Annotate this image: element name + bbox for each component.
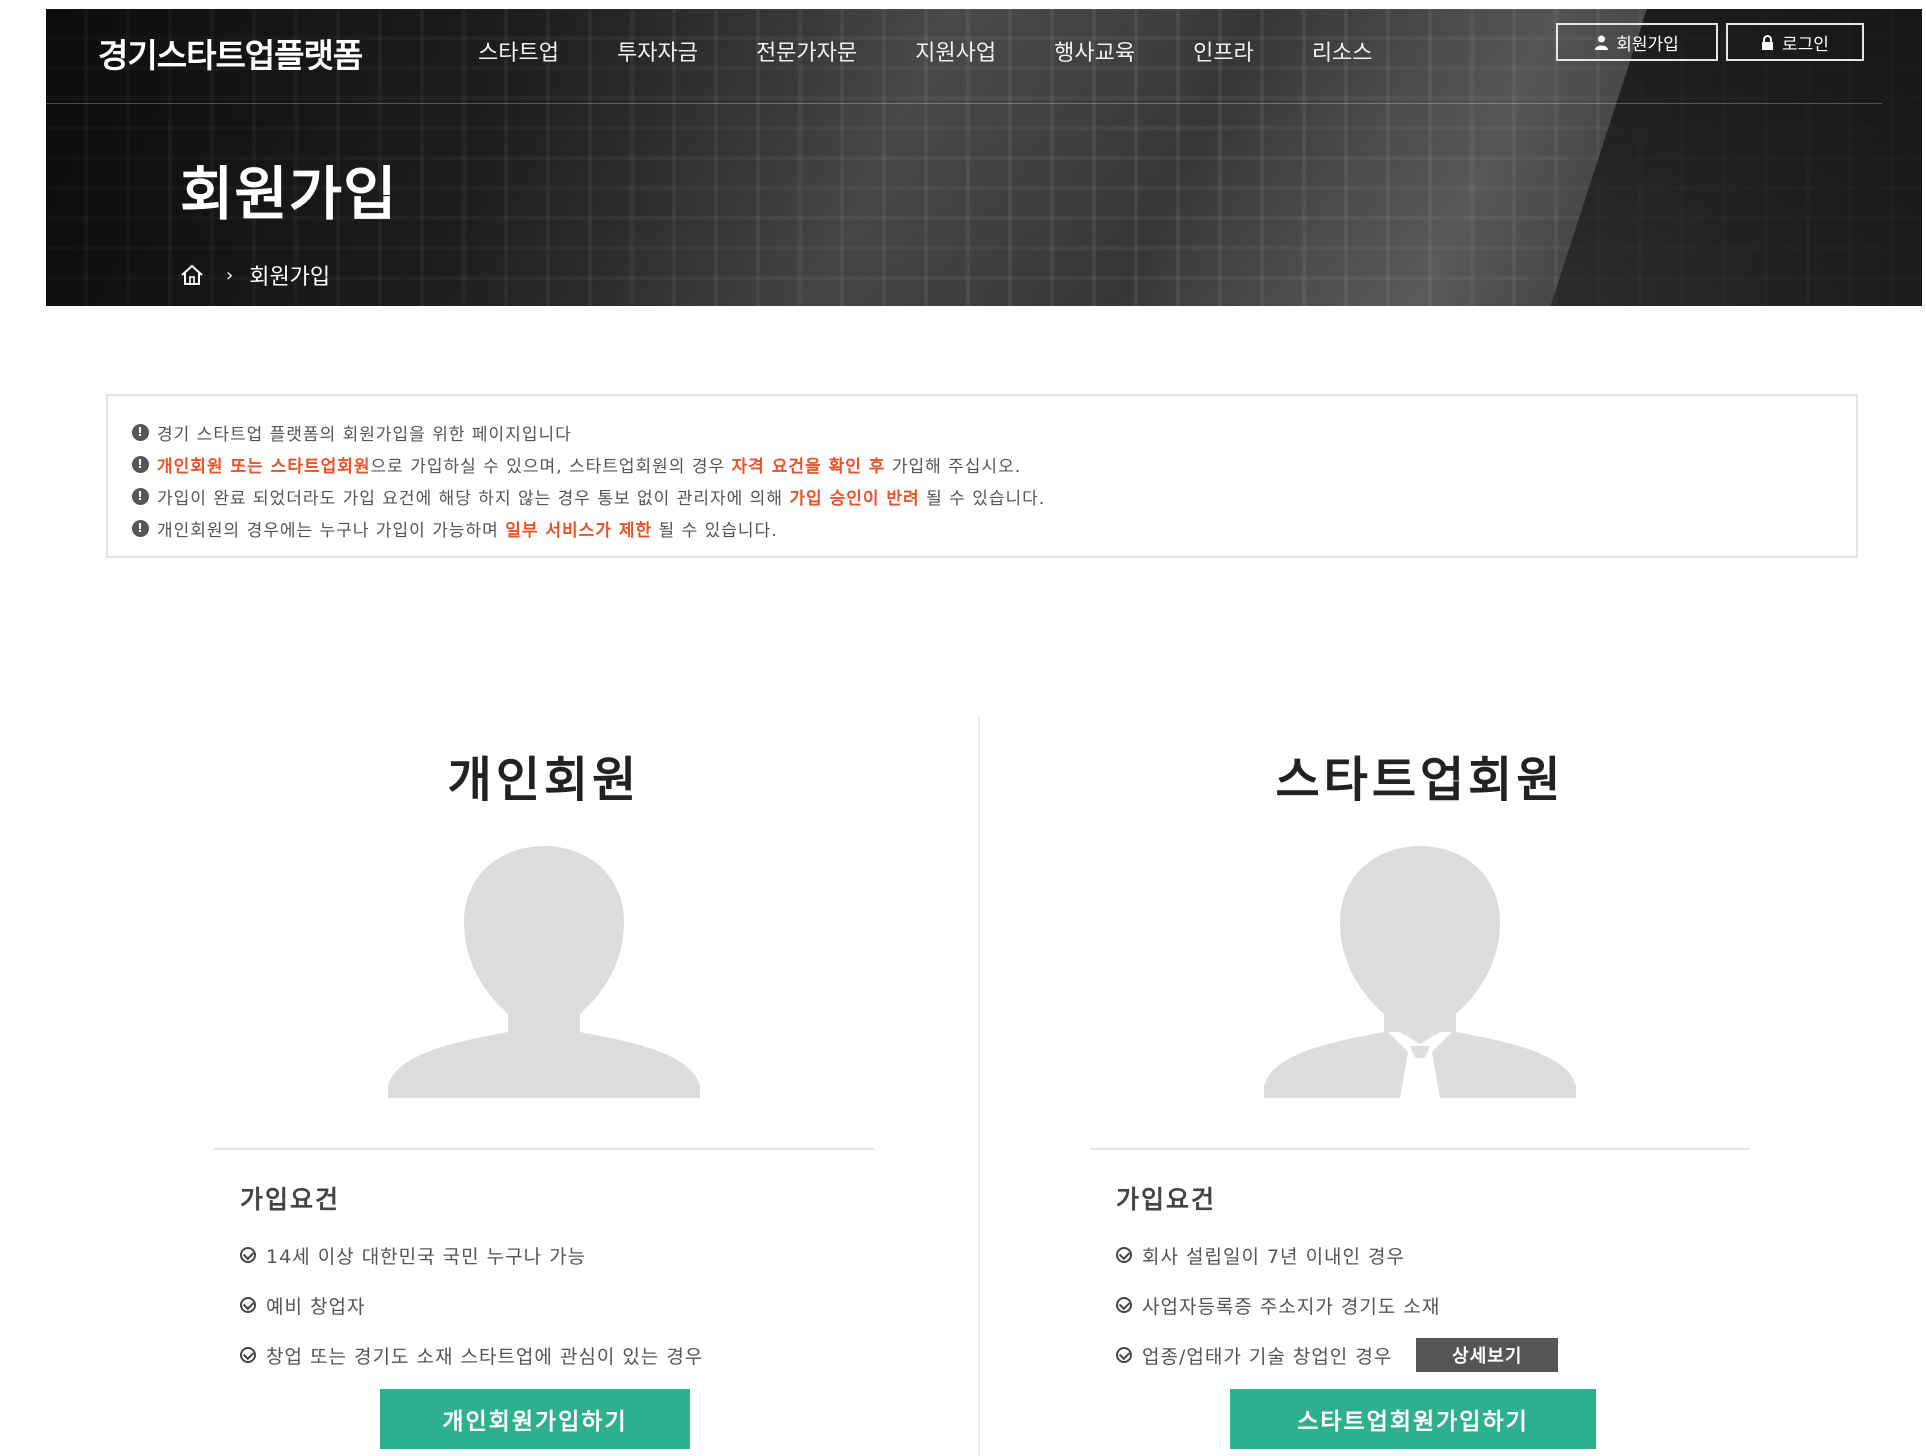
panel-separator [1090, 1148, 1750, 1150]
startup-signup-button[interactable]: 스타트업회원가입하기 [1230, 1389, 1596, 1449]
requirements-list: 14세 이상 대한민국 국민 누구나 가능 예비 창업자 창업 또는 경기도 소… [240, 1230, 874, 1380]
breadcrumb: › 회원가입 [180, 259, 330, 291]
nav-events[interactable]: 행사교육 [1054, 35, 1135, 66]
nav-infra[interactable]: 인프라 [1193, 35, 1254, 66]
person-avatar-icon [388, 846, 700, 1098]
check-circle-icon [1116, 1297, 1132, 1313]
signup-label: 회원가입 [1616, 34, 1679, 55]
main-nav: 스타트업 투자자금 전문가자문 지원사업 행사교육 인프라 리소스 [478, 35, 1431, 66]
personal-signup-button[interactable]: 개인회원가입하기 [380, 1389, 690, 1449]
requirement-item: 회사 설립일이 7년 이내인 경우 [1116, 1230, 1750, 1280]
requirement-item: 업종/업태가 기술 창업인 경우 상세보기 [1116, 1330, 1750, 1380]
panel-separator [214, 1148, 874, 1150]
check-circle-icon [240, 1247, 256, 1263]
login-label: 로그인 [1782, 34, 1829, 55]
nav-investment[interactable]: 투자자금 [617, 35, 698, 66]
user-icon [1595, 35, 1609, 50]
requirements-title: 가입요건 [240, 1185, 341, 1214]
hero-banner: 경기스타트업플랫폼 스타트업 투자자금 전문가자문 지원사업 행사교육 인프라 … [46, 9, 1922, 306]
breadcrumb-current: 회원가입 [249, 265, 331, 290]
notice-line: ! 개인회원 또는 스타트업회원 으로 가입하실 수 있으며, 스타트업회원의 경… [132, 448, 1856, 480]
panel-divider [978, 716, 980, 1456]
startup-title: 스타트업회원 [1275, 752, 1565, 808]
login-button[interactable]: 로그인 [1726, 23, 1864, 61]
personal-title: 개인회원 [447, 752, 641, 808]
nav-expert[interactable]: 전문가자문 [756, 35, 857, 66]
header-divider [46, 103, 1882, 104]
check-circle-icon [240, 1297, 256, 1313]
personal-member-panel: 개인회원 가입요건 14세 이상 대한민국 국민 누구나 가능 예비 창업자 창… [214, 740, 874, 1449]
notice-line: ! 가입이 완료 되었더라도 가입 요건에 해당 하지 않는 경우 통보 없이 … [132, 480, 1856, 512]
requirement-item: 사업자등록증 주소지가 경기도 소재 [1116, 1280, 1750, 1330]
home-icon[interactable] [180, 264, 204, 286]
signup-button[interactable]: 회원가입 [1556, 23, 1718, 61]
nav-startup[interactable]: 스타트업 [478, 35, 559, 66]
notice-line: ! 개인회원의 경우에는 누구나 가입이 가능하며 일부 서비스가 제한 될 수… [132, 512, 1856, 544]
startup-member-panel: 스타트업회원 가입요건 회사 설립일이 7년 이내인 경우 사업자등록증 주소지… [1090, 740, 1750, 1449]
chevron-right-icon: › [226, 264, 234, 286]
auth-buttons: 회원가입 로그인 [1556, 23, 1864, 61]
requirement-item: 예비 창업자 [240, 1280, 874, 1330]
requirements-title: 가입요건 [1116, 1185, 1217, 1214]
check-circle-icon [240, 1347, 256, 1363]
notice-box: ! 경기 스타트업 플랫폼의 회원가입을 위한 페이지입니다 ! 개인회원 또는… [106, 394, 1858, 558]
detail-view-button[interactable]: 상세보기 [1416, 1338, 1559, 1372]
page-title: 회원가입 [180, 160, 398, 228]
site-logo[interactable]: 경기스타트업플랫폼 [98, 29, 363, 77]
requirements-list: 회사 설립일이 7년 이내인 경우 사업자등록증 주소지가 경기도 소재 업종/… [1116, 1230, 1750, 1380]
check-circle-icon [1116, 1247, 1132, 1263]
nav-support[interactable]: 지원사업 [915, 35, 996, 66]
info-icon: ! [132, 455, 149, 473]
notice-line: ! 경기 스타트업 플랫폼의 회원가입을 위한 페이지입니다 [132, 416, 1856, 448]
check-circle-icon [1116, 1347, 1132, 1363]
nav-resource[interactable]: 리소스 [1312, 35, 1373, 66]
info-icon: ! [132, 487, 149, 505]
info-icon: ! [132, 423, 149, 441]
requirement-item: 창업 또는 경기도 소재 스타트업에 관심이 있는 경우 [240, 1330, 874, 1380]
info-icon: ! [132, 519, 149, 537]
requirement-item: 14세 이상 대한민국 국민 누구나 가능 [240, 1230, 874, 1280]
lock-icon [1762, 34, 1774, 50]
businessman-avatar-icon [1264, 846, 1576, 1098]
